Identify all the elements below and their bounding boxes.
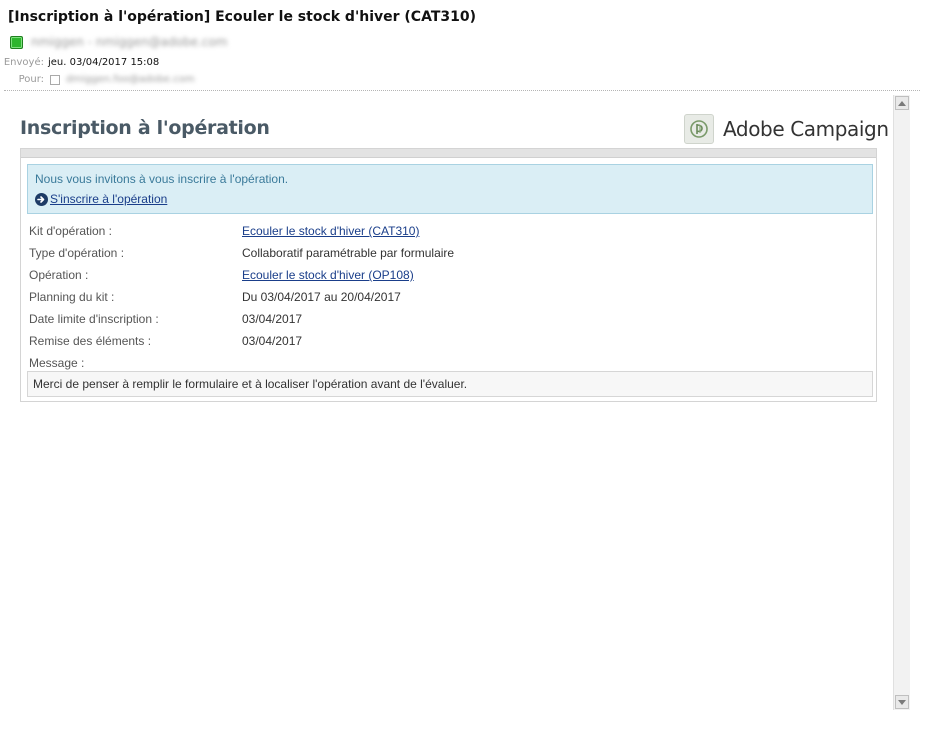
detail-row-operation: Opération : Ecouler le stock d'hiver (OP…: [29, 264, 454, 286]
card-header-bar: [21, 149, 876, 158]
detail-row-kit: Kit d'opération : Ecouler le stock d'hiv…: [29, 220, 454, 242]
to-label: Pour:: [18, 74, 44, 85]
presence-status-icon: [10, 35, 23, 49]
sent-row: Envoyé: jeu. 03/04/2017 15:08: [0, 57, 159, 68]
detail-label: Opération :: [29, 268, 89, 282]
brand-name: Adobe Campaign: [723, 117, 889, 141]
arrow-up-icon: [898, 100, 906, 106]
invite-panel: Nous vous invitons à vous inscrire à l'o…: [27, 164, 873, 214]
sender-name[interactable]: nmiggen - nmiggen@adobe.com: [31, 35, 227, 49]
header-separator: [4, 90, 920, 91]
operation-card: Nous vous invitons à vous inscrire à l'o…: [20, 148, 877, 402]
arrow-right-circle-icon[interactable]: [35, 192, 48, 206]
sender-row: nmiggen - nmiggen@adobe.com: [10, 35, 227, 49]
recipient-name[interactable]: dmiggen.foo@adobe.com: [66, 74, 195, 85]
kit-link[interactable]: Ecouler le stock d'hiver (CAT310): [242, 224, 419, 238]
details-list: Kit d'opération : Ecouler le stock d'hiv…: [29, 220, 454, 374]
to-row: Pour: dmiggen.foo@adobe.com: [0, 74, 195, 85]
detail-value: 03/04/2017: [242, 334, 303, 348]
sent-value: jeu. 03/04/2017 15:08: [48, 57, 160, 68]
sent-label: Envoyé:: [3, 57, 44, 68]
email-subject: [Inscription à l'opération] Ecouler le s…: [8, 9, 477, 25]
brand: Adobe Campaign: [684, 114, 889, 144]
detail-label: Date limite d'inscription :: [29, 312, 159, 326]
adobe-campaign-logo-icon: [684, 114, 714, 144]
vertical-scrollbar[interactable]: [893, 95, 910, 710]
detail-row-planning: Planning du kit : Du 03/04/2017 au 20/04…: [29, 286, 454, 308]
detail-label: Message :: [29, 356, 85, 370]
detail-label: Type d'opération :: [29, 246, 125, 260]
scroll-up-button[interactable]: [895, 96, 909, 110]
arrow-down-icon: [898, 699, 906, 705]
detail-row-type: Type d'opération : Collaboratif paramétr…: [29, 242, 454, 264]
message-box: Merci de penser à remplir le formulaire …: [27, 371, 873, 397]
register-link[interactable]: S'inscrire à l'opération: [50, 192, 167, 206]
invite-text: Nous vous invitons à vous inscrire à l'o…: [35, 172, 289, 186]
scroll-down-button[interactable]: [895, 695, 909, 709]
detail-label: Remise des éléments :: [29, 334, 152, 348]
detail-value: 03/04/2017: [242, 312, 303, 326]
detail-label: Planning du kit :: [29, 290, 115, 304]
operation-link[interactable]: Ecouler le stock d'hiver (OP108): [242, 268, 414, 282]
recipient-contact-icon: [50, 74, 60, 85]
detail-value: Collaboratif paramétrable par formulaire: [242, 246, 455, 260]
detail-value: Du 03/04/2017 au 20/04/2017: [242, 290, 401, 304]
page-title: Inscription à l'opération: [20, 117, 270, 139]
detail-label: Kit d'opération :: [29, 224, 113, 238]
detail-row-delivery: Remise des éléments : 03/04/2017: [29, 330, 454, 352]
invite-link-row[interactable]: S'inscrire à l'opération: [35, 192, 865, 206]
detail-row-deadline: Date limite d'inscription : 03/04/2017: [29, 308, 454, 330]
